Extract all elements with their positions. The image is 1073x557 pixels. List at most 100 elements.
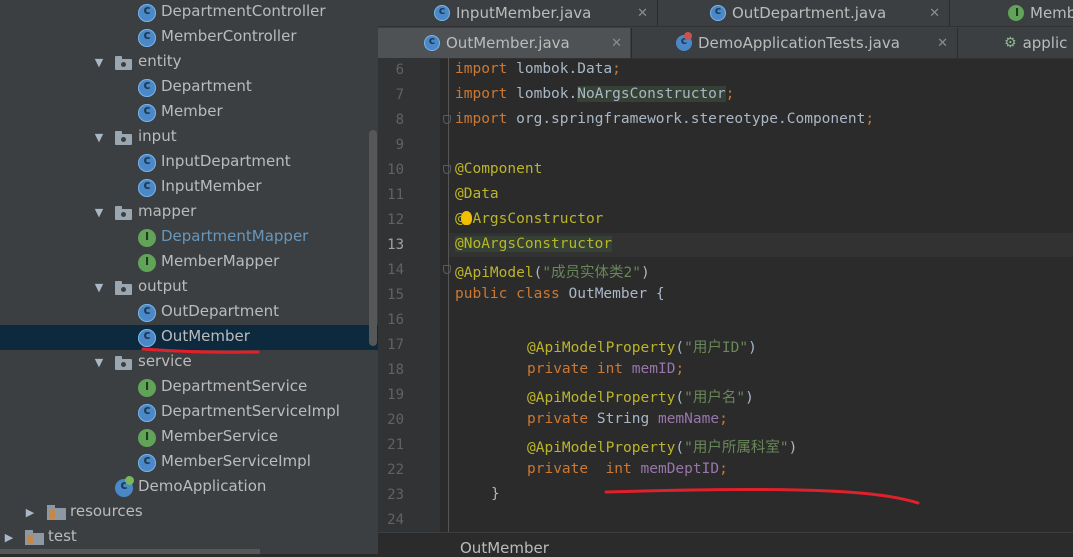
code-line-7[interactable]: import lombok.NoArgsConstructor;	[455, 86, 734, 102]
chevron-down-icon[interactable]: ▼	[94, 356, 104, 369]
tree-item-outmember[interactable]: OutMember	[0, 325, 378, 350]
tree-item-mapper[interactable]: ▼ mapper	[0, 200, 378, 225]
tree-item-member[interactable]: Member	[0, 100, 378, 125]
code-line-19[interactable]: @ApiModelProperty("用户名")	[527, 386, 754, 407]
folder-icon	[47, 505, 67, 520]
code-line-12[interactable]: @lArgsConstructor	[455, 211, 603, 227]
chevron-down-icon[interactable]: ▼	[94, 206, 104, 219]
code-line-15[interactable]: public class OutMember {	[455, 286, 665, 302]
chevron-right-icon[interactable]: ▶	[4, 531, 14, 544]
tab-inputmember[interactable]: InputMember.java ✕	[378, 0, 656, 26]
tree-item-membercontroller[interactable]: MemberController	[0, 25, 378, 50]
tree-item-label: MemberController	[161, 27, 297, 45]
tree-item-label: DepartmentController	[161, 2, 326, 20]
line-number: 20	[387, 412, 404, 428]
class-icon	[138, 3, 156, 22]
tree-item-service[interactable]: ▼ service	[0, 350, 378, 375]
code-line-20[interactable]: private String memName;	[527, 411, 728, 427]
string-literal: "用户所属科室"	[684, 440, 789, 456]
string-literal: "用户名"	[684, 390, 746, 406]
tab-row-2: OutMember.java ✕ DemoApplicationTests.ja…	[378, 28, 1073, 59]
type-name: String	[596, 411, 650, 427]
interface-icon	[138, 429, 156, 447]
package-name: lombok.	[516, 86, 578, 102]
paren: )	[745, 390, 754, 406]
interface-icon	[138, 379, 156, 397]
semicolon: ;	[719, 461, 728, 477]
class-icon	[138, 28, 156, 47]
tree-item-output[interactable]: ▼ output	[0, 275, 378, 300]
code-line-14[interactable]: @ApiModel("成员实体类2")	[455, 261, 650, 282]
fold-marker-icon[interactable]	[443, 265, 451, 274]
string-literal: "用户ID"	[684, 340, 749, 356]
chevron-down-icon[interactable]: ▼	[94, 281, 104, 294]
tab-demoapplicationtests[interactable]: DemoApplicationTests.java ✕	[632, 28, 956, 58]
class-icon	[434, 4, 450, 21]
breadcrumb-class[interactable]: OutMember	[460, 539, 549, 557]
tree-item-demoapplication[interactable]: DemoApplication	[0, 475, 378, 500]
chevron-right-icon[interactable]: ▶	[25, 506, 35, 519]
tab-outdepartment[interactable]: OutDepartment.java ✕	[658, 0, 948, 26]
tree-item-resources[interactable]: ▶ resources	[0, 500, 378, 525]
editor-breadcrumb[interactable]: OutMember	[378, 532, 1073, 557]
code-line-17[interactable]: @ApiModelProperty("用户ID")	[527, 336, 757, 357]
code-line-23[interactable]: }	[491, 486, 500, 502]
code-line-13[interactable]: @NoArgsConstructor	[455, 236, 613, 252]
keyword: private	[527, 461, 589, 477]
tree-item-memberserviceimpl[interactable]: MemberServiceImpl	[0, 450, 378, 475]
tree-item-department[interactable]: Department	[0, 75, 378, 100]
keyword: int	[605, 461, 632, 477]
keyword: private	[527, 411, 589, 427]
tree-scrollbar[interactable]	[369, 130, 377, 346]
tab-member[interactable]: Member	[950, 0, 1073, 26]
project-tree: DepartmentController MemberController ▼ ent…	[0, 0, 378, 554]
tab-outmember[interactable]: OutMember.java ✕	[378, 28, 630, 58]
tree-item-inputdepartment[interactable]: InputDepartment	[0, 150, 378, 175]
annotation-name: lArgsConstructor	[463, 211, 604, 227]
tree-item-inputmember[interactable]: InputMember	[0, 175, 378, 200]
tree-horizontal-scrollbar[interactable]	[0, 549, 260, 554]
tree-item-memberservice[interactable]: MemberService	[0, 425, 378, 450]
tree-item-outdepartment[interactable]: OutDepartment	[0, 300, 378, 325]
chevron-down-icon[interactable]: ▼	[94, 56, 104, 69]
code-line-10[interactable]: @Component	[455, 161, 542, 177]
code-line-22[interactable]: private int memDeptID;	[527, 461, 728, 477]
chevron-down-icon[interactable]: ▼	[94, 131, 104, 144]
tree-item-label: DepartmentMapper	[161, 227, 309, 245]
tree-item-label: service	[138, 352, 192, 370]
tree-item-entity[interactable]: ▼ entity	[0, 50, 378, 75]
close-icon[interactable]: ✕	[637, 6, 648, 21]
keyword: int	[596, 361, 624, 377]
line-number: 7	[395, 87, 404, 103]
tree-item-departmentservice[interactable]: DepartmentService	[0, 375, 378, 400]
tree-item-departmentmapper[interactable]: DepartmentMapper	[0, 225, 378, 250]
code-line-8[interactable]: import org.springframework.stereotype.Co…	[455, 111, 874, 127]
tree-item-input[interactable]: ▼ input	[0, 125, 378, 150]
package-icon	[115, 281, 133, 295]
fold-marker-icon[interactable]	[443, 115, 451, 124]
code-line-18[interactable]: private int memID;	[527, 361, 684, 377]
tree-item-departmentserviceimpl[interactable]: DepartmentServiceImpl	[0, 400, 378, 425]
tree-item-membermapper[interactable]: MemberMapper	[0, 250, 378, 275]
code-line-6[interactable]: import lombok.Data;	[455, 61, 621, 77]
tree-item-label: resources	[70, 502, 143, 520]
string-literal: "成员实体类2"	[542, 265, 642, 281]
close-icon[interactable]: ✕	[929, 6, 940, 21]
code-line-11[interactable]: @Data	[455, 186, 499, 202]
paren: (	[533, 265, 543, 281]
interface-icon	[138, 254, 156, 272]
tree-item-test[interactable]: ▶ test	[0, 525, 378, 550]
code-line-21[interactable]: @ApiModelProperty("用户所属科室")	[527, 436, 797, 457]
class-icon	[138, 153, 156, 172]
package-icon	[115, 356, 133, 370]
close-icon[interactable]: ✕	[611, 36, 622, 51]
fold-marker-icon[interactable]	[443, 165, 451, 174]
tab-application-config[interactable]: ⚙ applic	[958, 28, 1073, 58]
close-icon[interactable]: ✕	[937, 36, 948, 51]
tab-label: applic	[1022, 34, 1068, 52]
tree-item-label: test	[48, 527, 77, 545]
line-number: 24	[387, 512, 404, 528]
tree-item-departmentcontroller[interactable]: DepartmentController	[0, 0, 378, 25]
semicolon: ;	[725, 86, 735, 102]
lightbulb-icon[interactable]	[460, 211, 472, 225]
